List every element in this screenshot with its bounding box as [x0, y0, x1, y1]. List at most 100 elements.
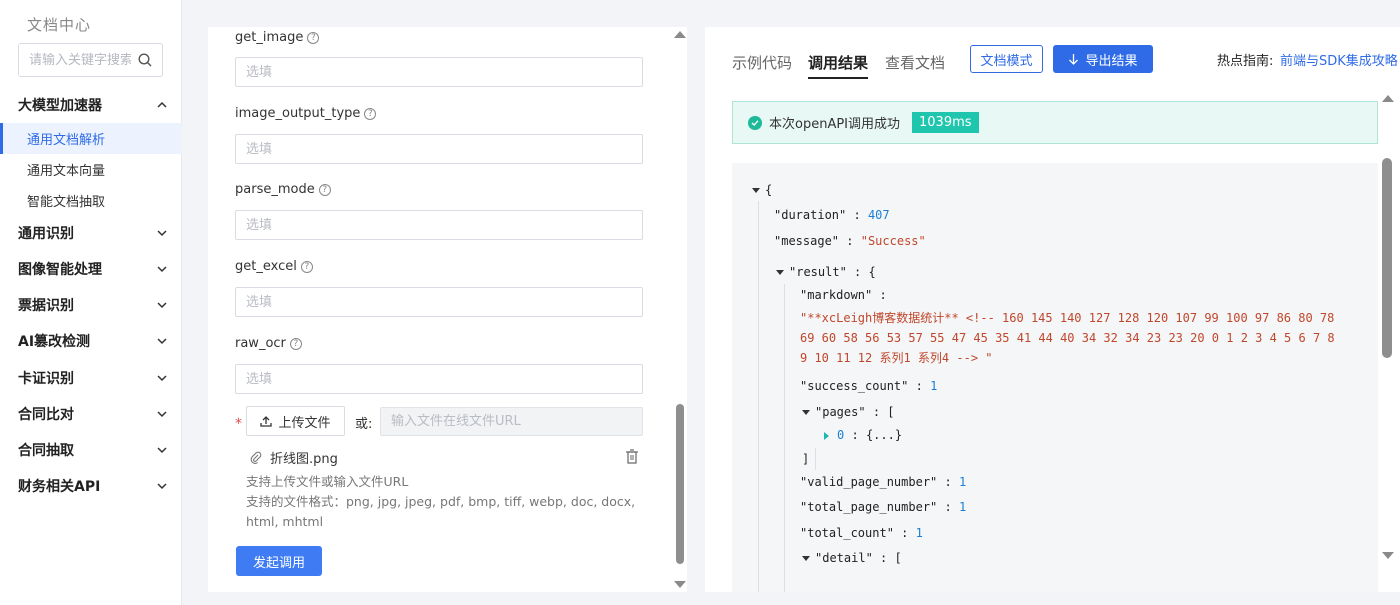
scroll-thumb[interactable]: [676, 404, 684, 564]
json-valid-page-number: "valid_page_number" : 1: [800, 475, 966, 489]
sidebar-cat-label: 票据识别: [18, 298, 74, 314]
duration-badge: 1039ms: [912, 112, 979, 133]
file-url-input[interactable]: [380, 407, 643, 436]
sidebar-cat-contract-compare[interactable]: 合同比对: [0, 399, 182, 429]
json-value: {...}: [865, 428, 903, 442]
chevron-down-icon: [157, 230, 167, 237]
chevron-down-icon: [157, 411, 167, 418]
chevron-down-icon: [157, 375, 167, 382]
scroll-down-icon[interactable]: [674, 581, 686, 588]
help-icon[interactable]: ?: [307, 31, 320, 44]
sidebar-cat-tamper-detect[interactable]: AI篡改检测: [0, 326, 182, 356]
field-label-text: parse_mode: [235, 182, 315, 197]
hot-guide-link[interactable]: 前端与SDK集成攻略: [1280, 50, 1398, 69]
get-excel-input[interactable]: [235, 287, 643, 317]
trash-icon[interactable]: [625, 449, 639, 464]
json-pages-item[interactable]: 0 : {...}: [824, 428, 902, 442]
sidebar-cat-label: 卡证识别: [18, 371, 74, 387]
field-label-raw-ocr: raw_ocr?: [235, 336, 302, 351]
json-scroll-thumb[interactable]: [1382, 158, 1392, 358]
sidebar-item-label: 通用文本向量: [27, 164, 106, 179]
json-colon: :: [901, 526, 909, 540]
scroll-down-icon[interactable]: [1382, 552, 1394, 559]
upload-label: 上传文件: [278, 415, 331, 431]
tab-call-result[interactable]: 调用结果: [808, 52, 869, 79]
json-result[interactable]: "result" : {: [776, 265, 876, 279]
json-colon: :: [880, 551, 888, 565]
scroll-up-icon[interactable]: [674, 31, 686, 38]
help-icon[interactable]: ?: [289, 337, 302, 350]
help-icon[interactable]: ?: [300, 260, 313, 273]
sidebar-cat-llm-accelerator[interactable]: 大模型加速器: [0, 90, 182, 120]
sidebar-cat-invoice[interactable]: 票据识别: [0, 290, 182, 320]
get-image-input[interactable]: [235, 57, 643, 87]
upload-file-button[interactable]: 上传文件: [246, 406, 345, 436]
sidebar-item-doc-extract[interactable]: 智能文档抽取: [0, 185, 182, 216]
json-key: "total_count": [800, 526, 894, 540]
json-pages[interactable]: "pages" : [: [802, 405, 895, 419]
sidebar-cat-finance-api[interactable]: 财务相关API: [0, 471, 182, 501]
success-text: 本次openAPI调用成功: [769, 117, 901, 132]
upload-hint: 支持上传文件或输入文件URL: [246, 474, 409, 489]
search-icon[interactable]: [138, 53, 152, 67]
collapse-icon[interactable]: [802, 556, 810, 561]
tab-sample-code[interactable]: 示例代码: [732, 52, 792, 73]
sidebar-item-doc-parse[interactable]: 通用文档解析: [0, 123, 182, 154]
json-key: "detail": [815, 551, 873, 565]
doc-mode-label: 文档模式: [980, 53, 1033, 69]
json-brace: {: [868, 265, 876, 279]
help-icon[interactable]: ?: [364, 107, 377, 120]
sidebar-item-text-vector[interactable]: 通用文本向量: [0, 154, 182, 185]
parse-mode-input[interactable]: [235, 210, 643, 240]
sidebar-cat-label: 图像智能处理: [18, 262, 102, 278]
json-colon: :: [879, 288, 887, 302]
json-key: "total_page_number": [800, 500, 938, 514]
collapse-icon[interactable]: [776, 270, 784, 275]
json-root[interactable]: {: [752, 183, 772, 197]
chevron-down-icon: [157, 447, 167, 454]
json-detail[interactable]: "detail" : [: [802, 551, 902, 565]
json-markdown-value: "**xcLeigh博客数据统计** <!-- 160 145 140 127 …: [800, 311, 1335, 365]
json-value: 1: [958, 475, 967, 489]
sidebar-cat-label: 合同抽取: [18, 443, 74, 459]
sidebar-search[interactable]: [18, 43, 163, 77]
json-total-count: "total_count" : 1: [800, 526, 923, 540]
field-label-get-excel: get_excel?: [235, 259, 313, 274]
sidebar-cat-general-ocr[interactable]: 通用识别: [0, 218, 182, 248]
sidebar-cat-label: 合同比对: [18, 407, 74, 423]
json-key: "valid_page_number": [800, 475, 938, 489]
sidebar-item-label: 通用文档解析: [27, 133, 106, 148]
collapse-icon[interactable]: [802, 410, 810, 415]
submit-label: 发起调用: [252, 555, 305, 571]
json-brace: {: [765, 183, 773, 197]
chevron-down-icon: [157, 483, 167, 490]
scroll-up-icon[interactable]: [1382, 95, 1394, 102]
field-label-get-image: get_image?: [235, 30, 320, 45]
tab-view-docs[interactable]: 查看文档: [885, 52, 945, 73]
field-label-text: raw_ocr: [235, 336, 286, 351]
sidebar-cat-label: 大模型加速器: [18, 98, 102, 114]
form-scrollbar[interactable]: [673, 27, 687, 592]
help-icon[interactable]: ?: [318, 183, 331, 196]
raw-ocr-input[interactable]: [235, 364, 643, 394]
json-guide-line: [815, 448, 816, 470]
json-success-count: "success_count" : 1: [800, 379, 937, 393]
image-output-type-input[interactable]: [235, 134, 643, 164]
or-label: 或:: [355, 417, 373, 432]
export-result-button[interactable]: 导出结果: [1053, 45, 1153, 73]
json-colon: :: [846, 234, 854, 248]
json-duration: "duration" : 407: [774, 208, 890, 222]
sidebar-cat-contract-extract[interactable]: 合同抽取: [0, 435, 182, 465]
sidebar-cat-card[interactable]: 卡证识别: [0, 363, 182, 393]
sidebar-cat-image-processing[interactable]: 图像智能处理: [0, 254, 182, 284]
doc-mode-button[interactable]: 文档模式: [970, 45, 1043, 73]
expand-icon[interactable]: [824, 431, 829, 440]
submit-call-button[interactable]: 发起调用: [236, 546, 322, 576]
json-markdown-key: "markdown" :: [800, 288, 887, 302]
field-label-parse-mode: parse_mode?: [235, 182, 331, 197]
sidebar: 文档中心 大模型加速器 通用文档解析 通用文本向量 智能文档抽取 通用识别 图像…: [0, 0, 182, 605]
search-input[interactable]: [19, 44, 131, 76]
sidebar-cat-label: AI篡改检测: [18, 334, 91, 350]
collapse-icon[interactable]: [752, 188, 760, 193]
chevron-down-icon: [157, 302, 167, 309]
